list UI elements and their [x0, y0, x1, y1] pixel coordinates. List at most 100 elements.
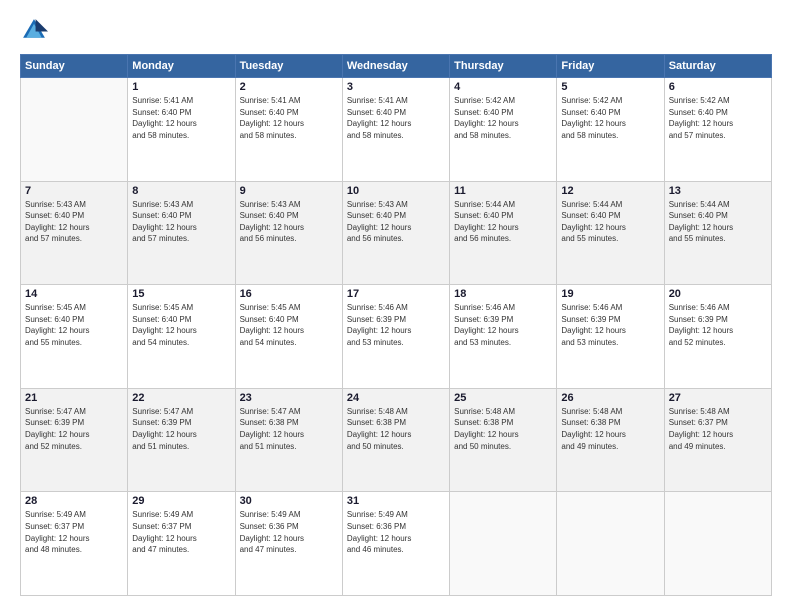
day-info: Sunrise: 5:48 AM Sunset: 6:37 PM Dayligh… — [669, 406, 767, 452]
day-info: Sunrise: 5:48 AM Sunset: 6:38 PM Dayligh… — [561, 406, 659, 452]
day-number: 13 — [669, 185, 767, 197]
day-number: 26 — [561, 392, 659, 404]
day-info: Sunrise: 5:46 AM Sunset: 6:39 PM Dayligh… — [454, 302, 552, 348]
day-number: 22 — [132, 392, 230, 404]
day-info: Sunrise: 5:41 AM Sunset: 6:40 PM Dayligh… — [240, 95, 338, 141]
day-number: 1 — [132, 81, 230, 93]
day-info: Sunrise: 5:49 AM Sunset: 6:36 PM Dayligh… — [347, 509, 445, 555]
calendar-cell: 2 Sunrise: 5:41 AM Sunset: 6:40 PM Daylig… — [235, 78, 342, 182]
day-number: 6 — [669, 81, 767, 93]
calendar-week-row: 1 Sunrise: 5:41 AM Sunset: 6:40 PM Daylig… — [21, 78, 772, 182]
calendar-cell: 31 Sunrise: 5:49 AM Sunset: 6:36 PM Dayli… — [342, 492, 449, 596]
calendar-cell: 19 Sunrise: 5:46 AM Sunset: 6:39 PM Dayli… — [557, 285, 664, 389]
day-info: Sunrise: 5:46 AM Sunset: 6:39 PM Dayligh… — [561, 302, 659, 348]
day-info: Sunrise: 5:43 AM Sunset: 6:40 PM Dayligh… — [347, 199, 445, 245]
weekday-header-thursday: Thursday — [450, 55, 557, 78]
calendar-cell: 23Sunrise: 5:47 AM Sunset: 6:38 PM Dayli… — [235, 388, 342, 492]
weekday-header-tuesday: Tuesday — [235, 55, 342, 78]
day-info: Sunrise: 5:41 AM Sunset: 6:40 PM Dayligh… — [347, 95, 445, 141]
calendar-week-row: 28 Sunrise: 5:49 AM Sunset: 6:37 PM Dayli… — [21, 492, 772, 596]
logo — [20, 16, 52, 44]
calendar-cell — [557, 492, 664, 596]
day-number: 12 — [561, 185, 659, 197]
calendar-cell: 28 Sunrise: 5:49 AM Sunset: 6:37 PM Dayli… — [21, 492, 128, 596]
day-info: Sunrise: 5:43 AM Sunset: 6:40 PM Dayligh… — [240, 199, 338, 245]
calendar-cell: 24 Sunrise: 5:48 AM Sunset: 6:38 PM Dayli… — [342, 388, 449, 492]
day-info: Sunrise: 5:49 AM Sunset: 6:37 PM Dayligh… — [25, 509, 123, 555]
calendar-cell: 20Sunrise: 5:46 AM Sunset: 6:39 PM Dayli… — [664, 285, 771, 389]
calendar-cell — [450, 492, 557, 596]
day-number: 15 — [132, 288, 230, 300]
day-number: 19 — [561, 288, 659, 300]
calendar-cell: 9 Sunrise: 5:43 AM Sunset: 6:40 PM Daylig… — [235, 181, 342, 285]
calendar-cell: 14 Sunrise: 5:45 AM Sunset: 6:40 PM Dayli… — [21, 285, 128, 389]
day-number: 30 — [240, 495, 338, 507]
calendar-cell: 12 Sunrise: 5:44 AM Sunset: 6:40 PM Dayli… — [557, 181, 664, 285]
day-number: 24 — [347, 392, 445, 404]
calendar-cell: 6Sunrise: 5:42 AM Sunset: 6:40 PM Daylig… — [664, 78, 771, 182]
day-info: Sunrise: 5:48 AM Sunset: 6:38 PM Dayligh… — [347, 406, 445, 452]
day-number: 31 — [347, 495, 445, 507]
day-info: Sunrise: 5:46 AM Sunset: 6:39 PM Dayligh… — [347, 302, 445, 348]
day-info: Sunrise: 5:45 AM Sunset: 6:40 PM Dayligh… — [132, 302, 230, 348]
calendar-cell: 29 Sunrise: 5:49 AM Sunset: 6:37 PM Dayli… — [128, 492, 235, 596]
day-number: 20 — [669, 288, 767, 300]
day-info: Sunrise: 5:41 AM Sunset: 6:40 PM Dayligh… — [132, 95, 230, 141]
day-number: 25 — [454, 392, 552, 404]
day-info: Sunrise: 5:43 AM Sunset: 6:40 PM Dayligh… — [25, 199, 123, 245]
day-number: 18 — [454, 288, 552, 300]
day-number: 14 — [25, 288, 123, 300]
header — [20, 16, 772, 44]
calendar-cell: 8 Sunrise: 5:43 AM Sunset: 6:40 PM Daylig… — [128, 181, 235, 285]
weekday-header-saturday: Saturday — [664, 55, 771, 78]
weekday-header-monday: Monday — [128, 55, 235, 78]
day-info: Sunrise: 5:48 AM Sunset: 6:38 PM Dayligh… — [454, 406, 552, 452]
weekday-header-friday: Friday — [557, 55, 664, 78]
calendar-week-row: 7 Sunrise: 5:43 AM Sunset: 6:40 PM Daylig… — [21, 181, 772, 285]
day-info: Sunrise: 5:42 AM Sunset: 6:40 PM Dayligh… — [561, 95, 659, 141]
day-number: 28 — [25, 495, 123, 507]
calendar-cell — [664, 492, 771, 596]
day-info: Sunrise: 5:47 AM Sunset: 6:39 PM Dayligh… — [132, 406, 230, 452]
day-number: 2 — [240, 81, 338, 93]
day-number: 3 — [347, 81, 445, 93]
day-number: 17 — [347, 288, 445, 300]
calendar-cell: 26 Sunrise: 5:48 AM Sunset: 6:38 PM Dayli… — [557, 388, 664, 492]
calendar-cell: 17 Sunrise: 5:46 AM Sunset: 6:39 PM Dayli… — [342, 285, 449, 389]
day-number: 21 — [25, 392, 123, 404]
calendar-cell: 1 Sunrise: 5:41 AM Sunset: 6:40 PM Daylig… — [128, 78, 235, 182]
calendar-cell: 22 Sunrise: 5:47 AM Sunset: 6:39 PM Dayli… — [128, 388, 235, 492]
day-info: Sunrise: 5:47 AM Sunset: 6:39 PM Dayligh… — [25, 406, 123, 452]
day-info: Sunrise: 5:45 AM Sunset: 6:40 PM Dayligh… — [240, 302, 338, 348]
calendar-table: SundayMondayTuesdayWednesdayThursdayFrid… — [20, 54, 772, 596]
day-info: Sunrise: 5:45 AM Sunset: 6:40 PM Dayligh… — [25, 302, 123, 348]
day-number: 7 — [25, 185, 123, 197]
calendar-cell: 27 Sunrise: 5:48 AM Sunset: 6:37 PM Dayli… — [664, 388, 771, 492]
day-number: 5 — [561, 81, 659, 93]
day-info: Sunrise: 5:49 AM Sunset: 6:37 PM Dayligh… — [132, 509, 230, 555]
calendar-cell: 30 Sunrise: 5:49 AM Sunset: 6:36 PM Dayli… — [235, 492, 342, 596]
calendar-cell: 3 Sunrise: 5:41 AM Sunset: 6:40 PM Daylig… — [342, 78, 449, 182]
calendar-week-row: 21 Sunrise: 5:47 AM Sunset: 6:39 PM Dayli… — [21, 388, 772, 492]
calendar-cell: 16Sunrise: 5:45 AM Sunset: 6:40 PM Dayli… — [235, 285, 342, 389]
calendar-cell: 25 Sunrise: 5:48 AM Sunset: 6:38 PM Dayli… — [450, 388, 557, 492]
day-info: Sunrise: 5:44 AM Sunset: 6:40 PM Dayligh… — [454, 199, 552, 245]
day-number: 8 — [132, 185, 230, 197]
calendar-header-row: SundayMondayTuesdayWednesdayThursdayFrid… — [21, 55, 772, 78]
calendar-cell: 18 Sunrise: 5:46 AM Sunset: 6:39 PM Dayli… — [450, 285, 557, 389]
day-number: 29 — [132, 495, 230, 507]
page: SundayMondayTuesdayWednesdayThursdayFrid… — [0, 0, 792, 612]
calendar-cell: 11Sunrise: 5:44 AM Sunset: 6:40 PM Dayli… — [450, 181, 557, 285]
calendar-cell: 10 Sunrise: 5:43 AM Sunset: 6:40 PM Dayli… — [342, 181, 449, 285]
day-number: 4 — [454, 81, 552, 93]
day-number: 9 — [240, 185, 338, 197]
day-info: Sunrise: 5:44 AM Sunset: 6:40 PM Dayligh… — [561, 199, 659, 245]
calendar-cell: 15 Sunrise: 5:45 AM Sunset: 6:40 PM Dayli… — [128, 285, 235, 389]
day-number: 10 — [347, 185, 445, 197]
day-info: Sunrise: 5:49 AM Sunset: 6:36 PM Dayligh… — [240, 509, 338, 555]
day-info: Sunrise: 5:43 AM Sunset: 6:40 PM Dayligh… — [132, 199, 230, 245]
day-number: 23 — [240, 392, 338, 404]
logo-icon — [20, 16, 48, 44]
day-number: 27 — [669, 392, 767, 404]
calendar-cell: 7 Sunrise: 5:43 AM Sunset: 6:40 PM Daylig… — [21, 181, 128, 285]
